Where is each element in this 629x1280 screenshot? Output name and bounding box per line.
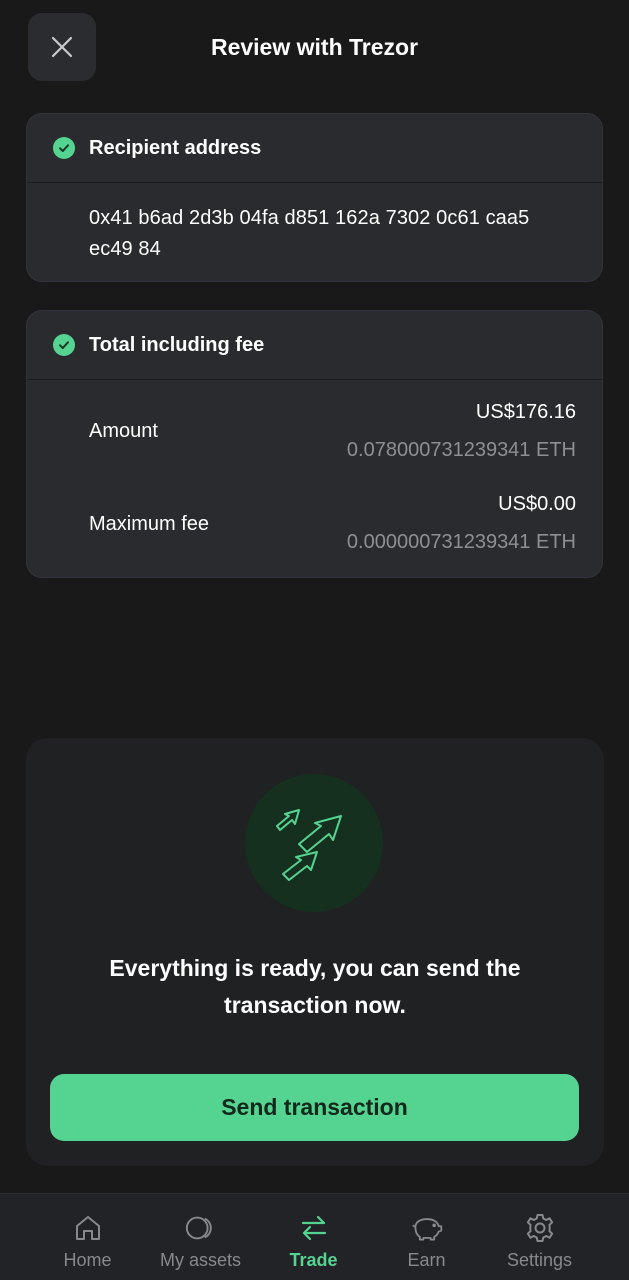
ready-to-send-panel: Everything is ready, you can send the tr… (26, 738, 604, 1166)
nav-item-my-assets[interactable]: My assets (144, 1194, 257, 1280)
nav-item-trade[interactable]: Trade (257, 1194, 370, 1280)
max-fee-label: Maximum fee (89, 513, 210, 535)
nav-label-home: Home (63, 1250, 112, 1270)
check-circle-icon (53, 137, 75, 159)
send-transaction-button[interactable]: Send transaction (50, 1074, 579, 1141)
review-screen: Review with Trezor Recipient address 0x4… (0, 0, 629, 1280)
nav-label-earn: Earn (407, 1250, 446, 1270)
send-arrows-icon (245, 774, 383, 912)
recipient-card-title: Recipient address (89, 136, 262, 159)
check-circle-icon (53, 334, 75, 356)
nav-item-earn[interactable]: Earn (370, 1194, 483, 1280)
recipient-address-value: 0x41 b6ad 2d3b 04fa d851 162a 7302 0c61 … (89, 207, 530, 260)
amount-label: Amount (89, 420, 158, 442)
amount-crypto-value: 0.078000731239341 ETH (346, 439, 576, 461)
assets-icon (184, 1212, 218, 1244)
home-icon (71, 1212, 105, 1244)
page-title: Review with Trezor (210, 34, 419, 60)
total-card-title: Total including fee (89, 333, 265, 356)
total-fee-card: Total including fee Amount US$176.16 0.0… (26, 310, 603, 578)
max-fee-row: Maximum fee US$0.00 0.000000731239341 ET… (27, 491, 602, 577)
ready-message: Everything is ready, you can send the tr… (109, 955, 521, 1018)
piggy-bank-icon (410, 1212, 444, 1244)
max-fee-crypto-value: 0.000000731239341 ETH (346, 531, 576, 553)
amount-row: Amount US$176.16 0.078000731239341 ETH (27, 399, 602, 491)
trade-icon (297, 1212, 331, 1244)
nav-item-home[interactable]: Home (31, 1194, 144, 1280)
nav-label-my-assets: My assets (159, 1250, 242, 1270)
max-fee-fiat-value: US$0.00 (498, 493, 576, 515)
gear-icon (523, 1212, 557, 1244)
nav-label-trade: Trade (289, 1250, 338, 1270)
amount-fiat-value: US$176.16 (475, 401, 576, 423)
bottom-navigation: Home My assets Trade Earn Settings (0, 1193, 629, 1280)
nav-label-settings: Settings (506, 1250, 573, 1270)
send-transaction-label: Send transaction (221, 1094, 408, 1120)
recipient-card-header: Recipient address (27, 114, 602, 183)
nav-item-settings[interactable]: Settings (483, 1194, 596, 1280)
recipient-address-card: Recipient address 0x41 b6ad 2d3b 04fa d8… (26, 113, 603, 282)
total-card-header: Total including fee (27, 311, 602, 380)
